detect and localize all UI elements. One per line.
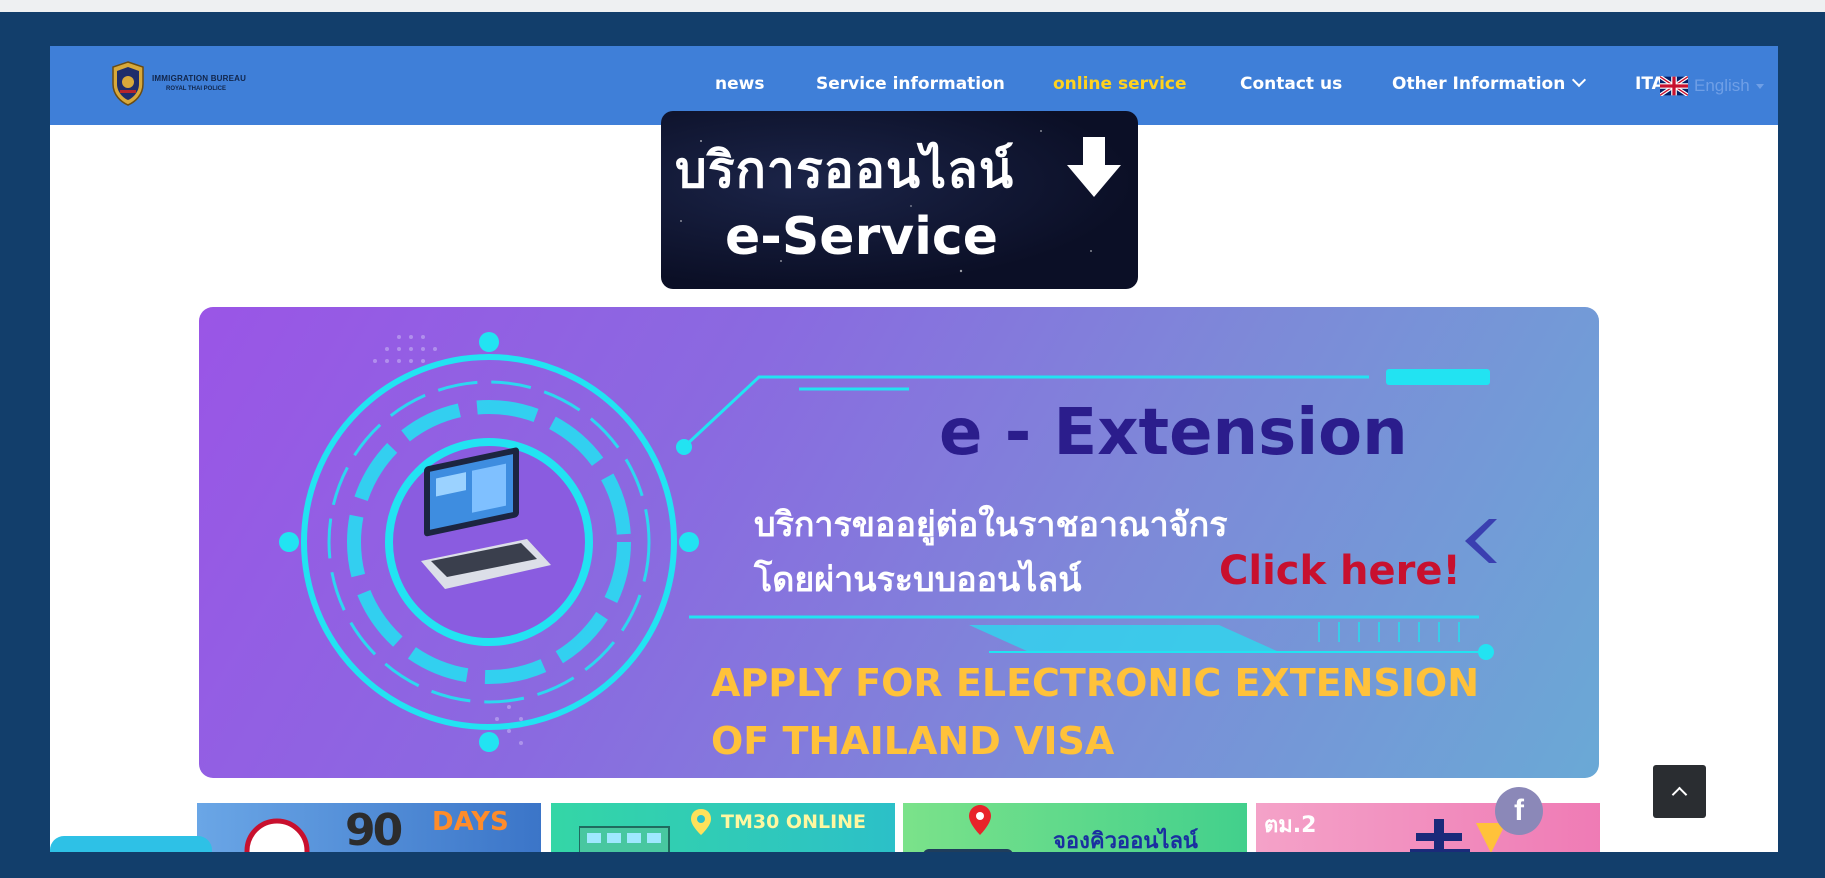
logo-line2: ROYAL THAI POLICE (166, 85, 227, 92)
card-tm30-label: TM30 ONLINE (721, 811, 867, 833)
facebook-icon: f (1514, 794, 1524, 827)
apply-line1: APPLY FOR ELECTRONIC EXTENSION (711, 661, 1480, 705)
logo-text: IMMIGRATION BUREAU ROYAL THAI POLICE (152, 73, 247, 92)
card-90-days-label: DAYS (432, 807, 509, 837)
uk-flag-icon (1660, 76, 1688, 96)
e-service-thai-title: บริการออนไลน์ (675, 141, 1015, 199)
menu-item-news[interactable]: news (715, 74, 764, 94)
e-extension-banner[interactable]: e - Extension บริการขออยู่ต่อในราชอาณาจั… (199, 307, 1599, 778)
facebook-share-button[interactable]: f (1495, 787, 1543, 835)
card-90-days[interactable]: 90 DAYS (197, 803, 541, 852)
e-extension-thai-line2: โดยผ่านระบบออนไลน์ (754, 560, 1082, 600)
map-icon (923, 849, 1013, 852)
chevron-down-icon (1572, 72, 1587, 88)
card-tm2[interactable]: ตม.2 (1256, 803, 1600, 852)
site-logo[interactable]: IMMIGRATION BUREAU ROYAL THAI POLICE (110, 60, 246, 106)
e-extension-title: e - Extension (939, 396, 1408, 470)
language-selector[interactable]: English (1660, 76, 1764, 96)
menu-item-online-service[interactable]: online service (1053, 74, 1187, 94)
menu-item-service-information[interactable]: Service information (816, 74, 1005, 94)
language-label: English (1694, 76, 1750, 95)
e-service-banner[interactable]: บริการออนไลน์ e-Service (661, 111, 1138, 289)
card-queue-label: จองคิวออนไลน์ (1053, 829, 1198, 852)
logo-line1: IMMIGRATION BUREAU (152, 73, 247, 83)
menu-item-label: Other Information (1392, 74, 1566, 94)
menu-item-other-information[interactable]: Other Information (1392, 72, 1587, 94)
apply-line2: OF THAILAND VISA (711, 719, 1115, 763)
clock-icon (244, 818, 310, 852)
caret-down-icon (1755, 83, 1764, 89)
chat-widget-tab[interactable] (50, 836, 212, 852)
card-tm2-label: ตม.2 (1264, 813, 1317, 838)
top-strip (0, 0, 1825, 12)
location-pin-icon (691, 809, 711, 835)
scroll-to-top-button[interactable] (1653, 765, 1706, 818)
chevron-up-icon (1671, 786, 1688, 802)
e-service-english-title: e-Service (725, 207, 999, 267)
card-tm30-online[interactable]: TM30 ONLINE (551, 803, 895, 852)
arrow-down-icon (1067, 137, 1121, 197)
click-here-link[interactable]: Click here! (1219, 548, 1461, 594)
building-icon (579, 826, 670, 852)
browser-viewport: IMMIGRATION BUREAU ROYAL THAI POLICE new… (50, 46, 1778, 852)
menu-item-contact-us[interactable]: Contact us (1240, 74, 1342, 94)
e-extension-thai-line1: บริการขออยู่ต่อในราชอาณาจักร (754, 505, 1228, 545)
police-shield-icon (112, 61, 144, 106)
card-90-number: 90 (345, 805, 403, 852)
card-queue-booking[interactable]: จองคิวออนไลน์ (903, 803, 1247, 852)
location-pin-icon (969, 805, 991, 835)
